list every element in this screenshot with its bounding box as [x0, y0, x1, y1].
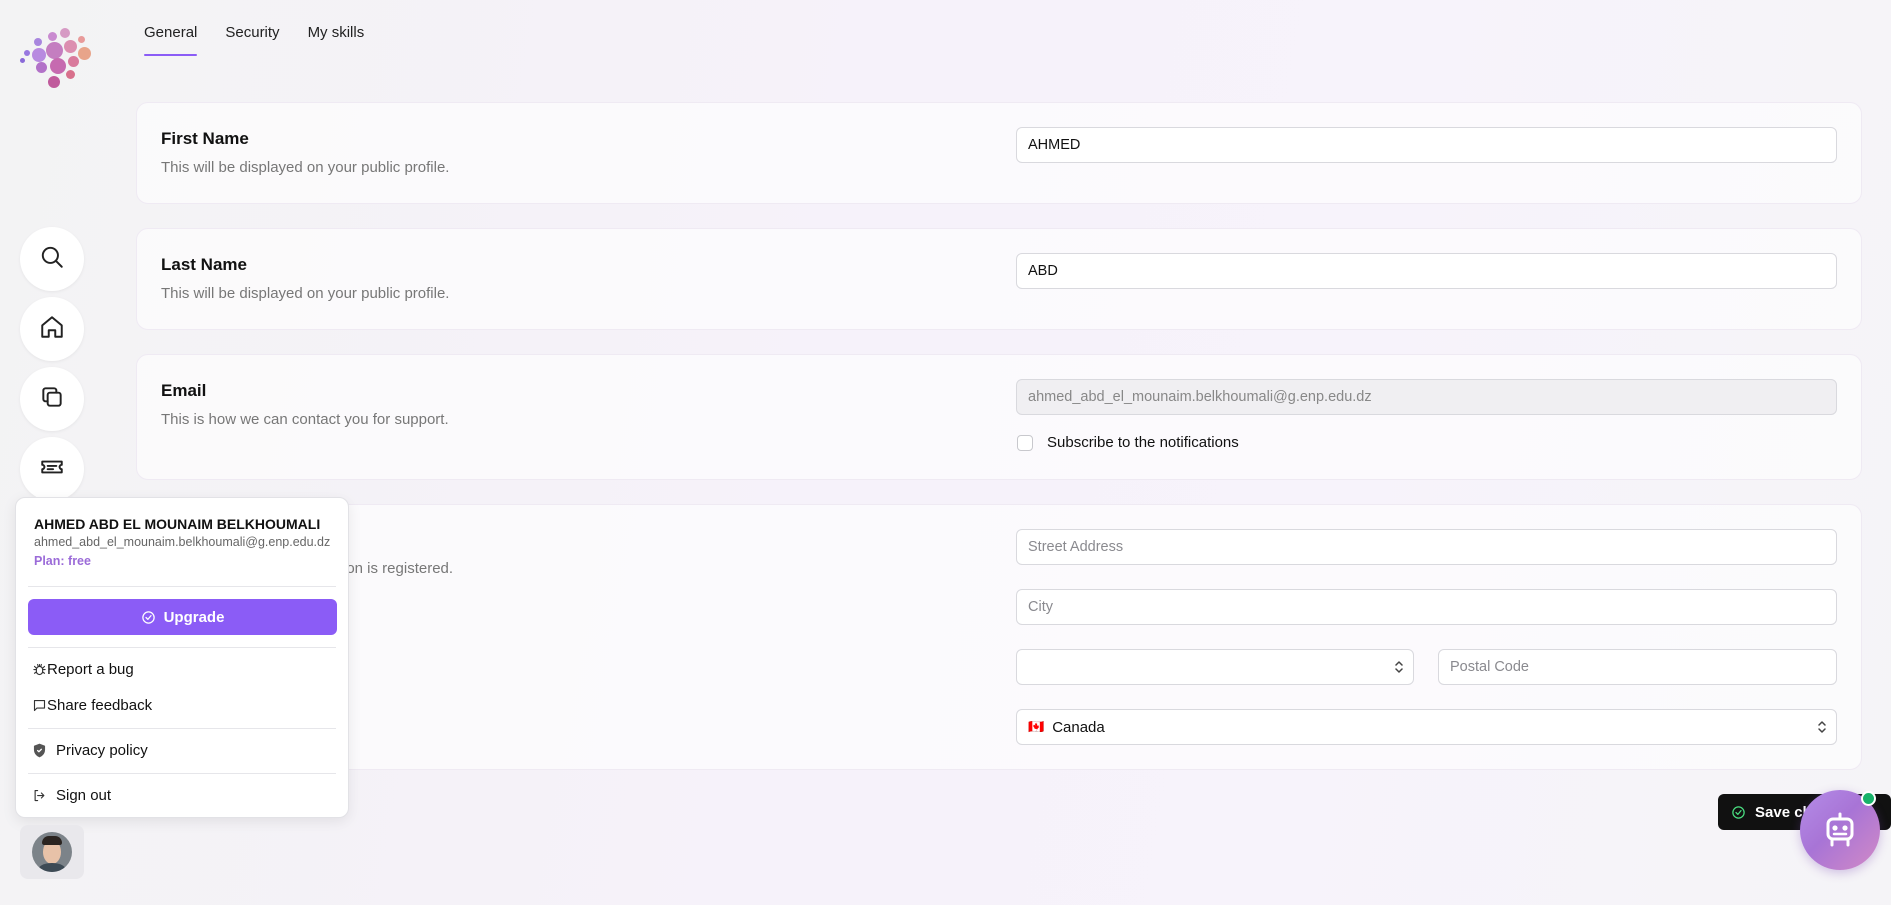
- online-status-dot: [1861, 791, 1876, 806]
- ticket-icon: [39, 454, 65, 485]
- email-title: Email: [161, 381, 207, 400]
- shield-check-icon: [33, 743, 46, 758]
- email-card: Email This is how we can contact you for…: [136, 354, 1862, 480]
- country-select[interactable]: 🇨🇦 Canada: [1016, 709, 1837, 745]
- sign-out-item[interactable]: Sign out: [32, 787, 111, 804]
- last-name-title: Last Name: [161, 255, 247, 274]
- address-description: ion is registered.: [343, 560, 454, 577]
- tab-general[interactable]: General: [144, 24, 198, 56]
- first-name-card: First Name This will be displayed on you…: [136, 102, 1862, 204]
- search-icon: [39, 244, 65, 275]
- chevron-updown-icon: [1818, 721, 1826, 733]
- last-name-input[interactable]: [1016, 253, 1837, 289]
- home-icon: [39, 314, 65, 345]
- sidebar-ticket-button[interactable]: [20, 437, 84, 501]
- share-feedback-label: Share feedback: [47, 697, 153, 714]
- sidebar-copy-button[interactable]: [20, 367, 84, 431]
- check-circle-icon: [1732, 805, 1745, 819]
- email-input: [1016, 379, 1837, 415]
- city-input[interactable]: [1016, 589, 1837, 625]
- divider: [28, 773, 336, 774]
- postal-code-input[interactable]: [1438, 649, 1837, 685]
- subscribe-checkbox[interactable]: [1017, 435, 1033, 451]
- divider: [28, 586, 336, 587]
- robot-icon: [1826, 812, 1854, 847]
- sign-out-label: Sign out: [56, 787, 112, 804]
- user-avatar-button[interactable]: [20, 825, 84, 879]
- last-name-card: Last Name This will be displayed on your…: [136, 228, 1862, 330]
- upgrade-button[interactable]: Upgrade: [28, 599, 337, 635]
- privacy-policy-item[interactable]: Privacy policy: [32, 742, 148, 759]
- last-name-description: This will be displayed on your public pr…: [161, 285, 450, 302]
- subscribe-label[interactable]: Subscribe to the notifications: [1047, 434, 1239, 451]
- report-bug-label: Report a bug: [47, 661, 134, 678]
- avatar: [32, 832, 72, 872]
- report-bug-item[interactable]: Report a bug: [32, 661, 134, 678]
- sidebar-search-button[interactable]: [20, 227, 84, 291]
- address-card: ion is registered. 🇨🇦 Canada: [136, 504, 1862, 770]
- first-name-title: First Name: [161, 129, 249, 148]
- message-square-icon: [33, 699, 46, 712]
- bug-icon: [33, 663, 46, 676]
- log-out-icon: [34, 789, 45, 802]
- state-select[interactable]: [1016, 649, 1414, 685]
- chevron-updown-icon: [1395, 661, 1403, 673]
- first-name-description: This will be displayed on your public pr…: [161, 159, 450, 176]
- user-plan: Plan: free: [34, 554, 91, 568]
- privacy-policy-label: Privacy policy: [56, 742, 148, 759]
- check-circle-icon: [141, 610, 155, 624]
- settings-tabs: General Security My skills: [144, 24, 364, 56]
- sidebar-home-button[interactable]: [20, 297, 84, 361]
- email-description: This is how we can contact you for suppo…: [161, 411, 449, 428]
- tab-security[interactable]: Security: [225, 24, 279, 56]
- divider: [28, 647, 336, 648]
- tab-my-skills[interactable]: My skills: [308, 24, 365, 56]
- country-value: Canada: [1052, 718, 1105, 736]
- share-feedback-item[interactable]: Share feedback: [32, 697, 152, 714]
- first-name-input[interactable]: [1016, 127, 1837, 163]
- app-logo: [18, 26, 91, 88]
- user-email: ahmed_abd_el_mounaim.belkhoumali@g.enp.e…: [34, 535, 331, 549]
- user-menu-popover: AHMED ABD EL MOUNAIM BELKHOUMALI ahmed_a…: [15, 497, 349, 818]
- street-address-input[interactable]: [1016, 529, 1837, 565]
- canada-flag-icon: 🇨🇦: [1028, 719, 1045, 734]
- divider: [28, 728, 336, 729]
- upgrade-label: Upgrade: [163, 608, 225, 626]
- copy-icon: [39, 384, 65, 415]
- user-name: AHMED ABD EL MOUNAIM BELKHOUMALI: [34, 516, 321, 532]
